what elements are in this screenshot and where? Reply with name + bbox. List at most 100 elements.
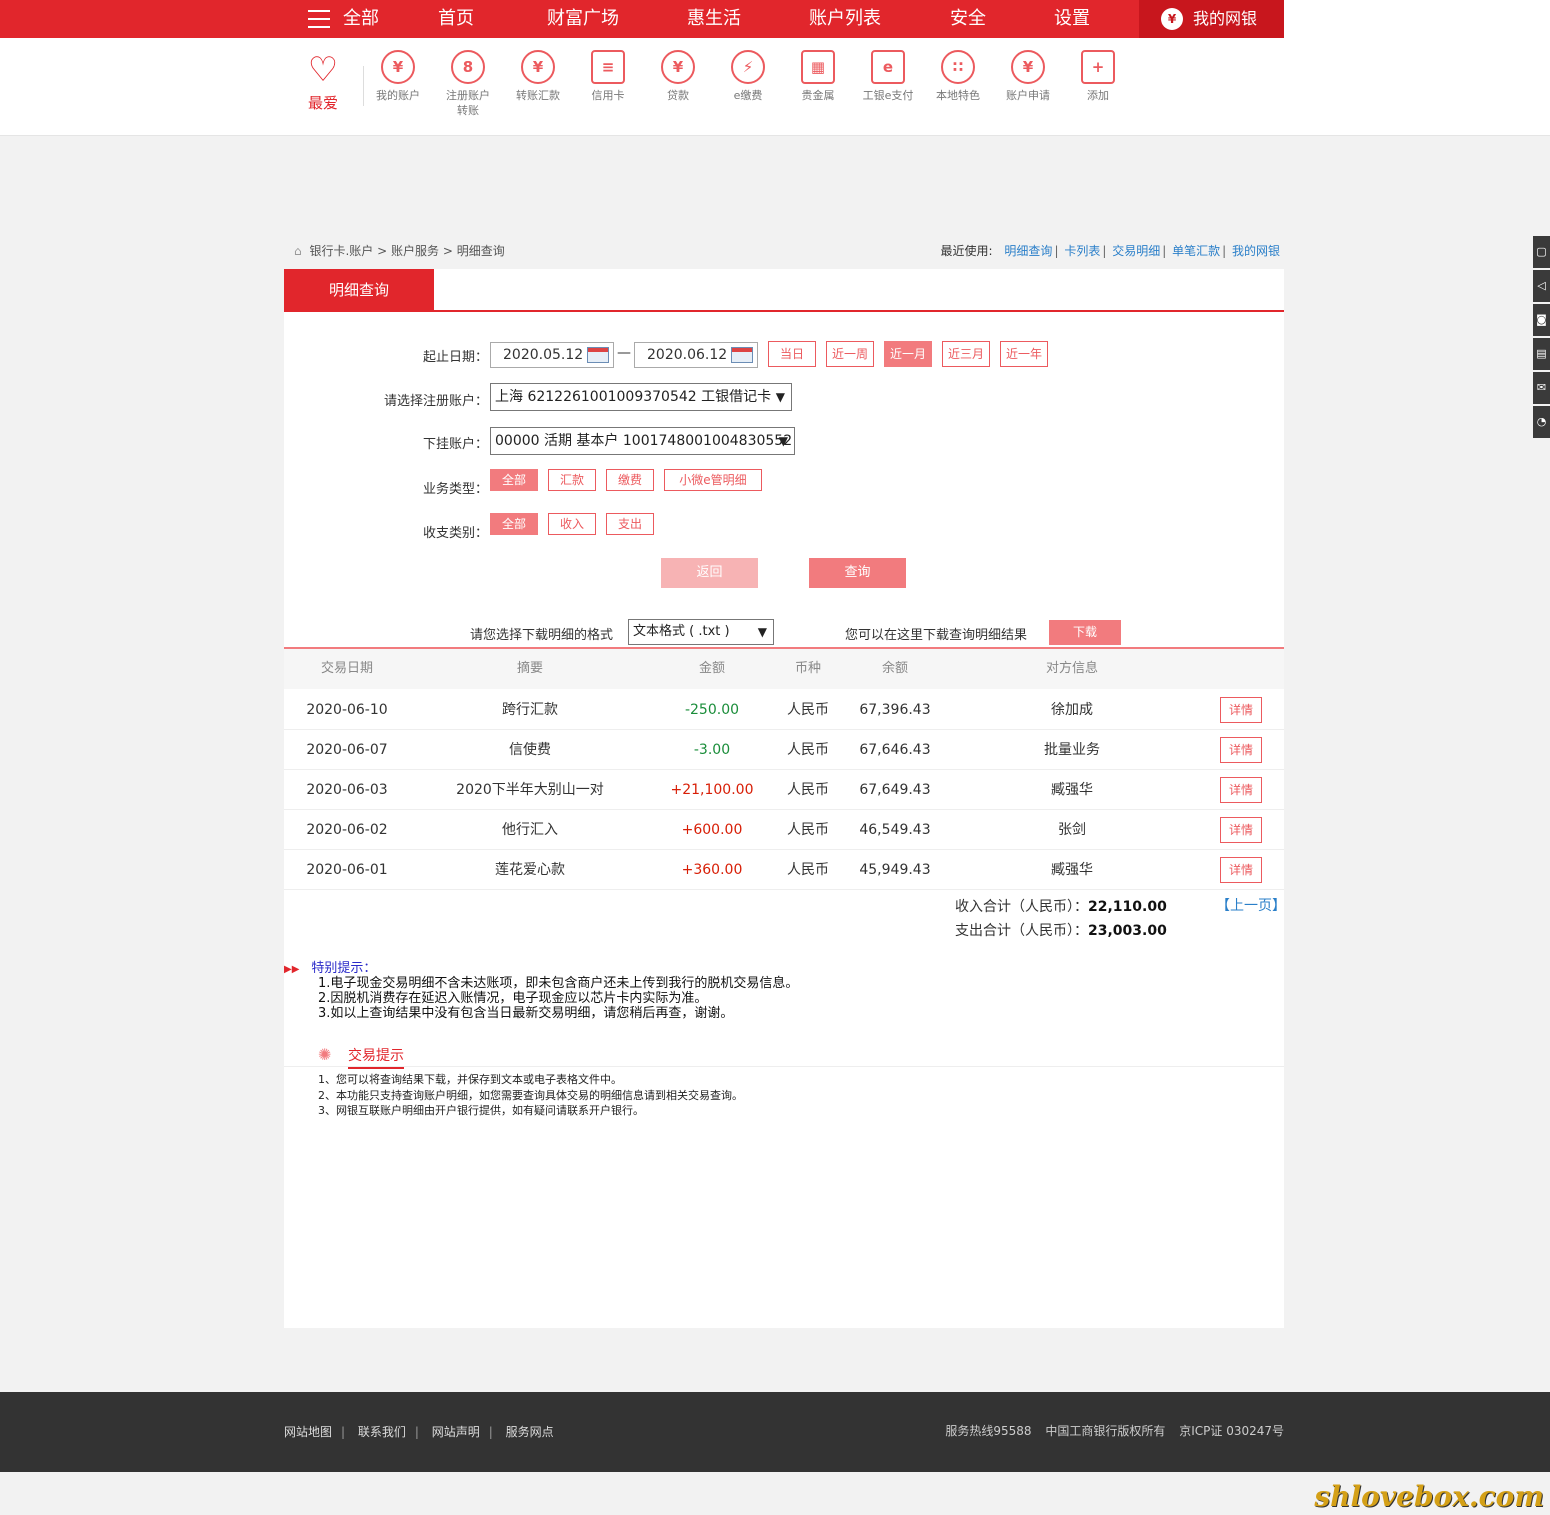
menu-icon[interactable] bbox=[308, 10, 330, 28]
biz-smallbiz[interactable]: 小微e管明细 bbox=[664, 469, 762, 491]
cell-date: 2020-06-10 bbox=[306, 702, 388, 718]
main-card: 明细查询 起止日期： 2020.05.12 — 2020.06.12 当日 近一… bbox=[284, 269, 1286, 1328]
io-income[interactable]: 收入 bbox=[548, 513, 596, 535]
breadcrumb-item[interactable]: 银行卡.账户 bbox=[309, 244, 373, 258]
biz-all[interactable]: 全部 bbox=[490, 469, 538, 491]
top-nav-bar bbox=[0, 0, 1284, 38]
range-week[interactable]: 近一周 bbox=[826, 341, 874, 367]
breadcrumb: ⌂ 银行卡.账户 > 账户服务 > 明细查询 bbox=[294, 242, 505, 259]
io-expense[interactable]: 支出 bbox=[606, 513, 654, 535]
cell-amount: -250.00 bbox=[684, 702, 740, 718]
recent-link[interactable]: 交易明细 bbox=[1112, 244, 1160, 258]
download-button[interactable]: 下载 bbox=[1049, 620, 1121, 645]
my-bank-button[interactable]: ¥ 我的网银 bbox=[1139, 0, 1284, 38]
epay-card-icon: e bbox=[871, 50, 905, 84]
detail-button[interactable]: 详情 bbox=[1220, 817, 1262, 843]
watermark: shlovebox.com bbox=[1314, 1480, 1544, 1513]
nav-settings[interactable]: 设置 bbox=[1054, 0, 1090, 38]
mail-icon[interactable]: ✉ bbox=[1533, 372, 1550, 404]
detail-button[interactable]: 详情 bbox=[1220, 857, 1262, 883]
cell-date: 2020-06-02 bbox=[306, 822, 388, 838]
quick-account-apply[interactable]: ¥ 账户申请 bbox=[995, 50, 1061, 103]
local-features-icon: ∷ bbox=[941, 50, 975, 84]
biz-remit[interactable]: 汇款 bbox=[548, 469, 596, 491]
start-date-input[interactable]: 2020.05.12 bbox=[490, 342, 614, 368]
range-today[interactable]: 当日 bbox=[768, 341, 816, 367]
recent-link[interactable]: 卡列表 bbox=[1064, 244, 1100, 258]
quick-local-features[interactable]: ∷ 本地特色 bbox=[925, 50, 991, 103]
quick-register-transfer[interactable]: 8 注册账户 转账 bbox=[435, 50, 501, 118]
nav-accounts[interactable]: 账户列表 bbox=[809, 0, 881, 38]
nav-wealth[interactable]: 财富广场 bbox=[547, 0, 619, 38]
detail-button[interactable]: 详情 bbox=[1220, 697, 1262, 723]
query-button[interactable]: 查询 bbox=[809, 558, 906, 588]
th-party: 对方信息 bbox=[1045, 661, 1098, 676]
quick-label: e缴费 bbox=[733, 89, 763, 102]
quick-label: 信用卡 bbox=[591, 89, 625, 102]
nav-home[interactable]: 首页 bbox=[438, 0, 474, 38]
quick-credit-card[interactable]: ≡ 信用卡 bbox=[575, 50, 641, 103]
money-bag-icon: ¥ bbox=[1161, 8, 1183, 30]
cell-party: 张剑 bbox=[1058, 822, 1086, 838]
footer-hotline: 服务热线95588 bbox=[945, 1424, 1032, 1438]
end-date-input[interactable]: 2020.06.12 bbox=[634, 342, 758, 368]
account-select[interactable]: 上海 6212261001009370542 工银借记卡 ▼ bbox=[490, 383, 792, 411]
footer-link[interactable]: 网站声明 bbox=[432, 1425, 480, 1439]
calendar-icon[interactable] bbox=[587, 347, 609, 363]
recent-sep: | bbox=[1162, 244, 1167, 258]
recent-link[interactable]: 单笔汇款 bbox=[1172, 244, 1220, 258]
cell-amount: +360.00 bbox=[681, 862, 743, 878]
range-month[interactable]: 近一月 bbox=[884, 341, 932, 367]
download-format-value: 文本格式 ( .txt ) bbox=[633, 624, 730, 639]
quick-label: 我的账户 bbox=[376, 89, 420, 102]
sub-account-select[interactable]: 00000 活期 基本户 1001748001004830552 ▼ bbox=[490, 427, 795, 455]
prev-page-link[interactable]: 【上一页】 bbox=[1216, 895, 1286, 915]
recent-link[interactable]: 我的网银 bbox=[1232, 244, 1280, 258]
headset-icon[interactable]: ◔ bbox=[1533, 406, 1550, 438]
recent-label: 最近使用: bbox=[940, 244, 993, 258]
send-icon[interactable]: ◁ bbox=[1533, 270, 1550, 302]
download-format-select[interactable]: 文本格式 ( .txt ) ▼ bbox=[628, 619, 774, 645]
quick-remit[interactable]: ¥ 转账汇款 bbox=[505, 50, 571, 103]
biz-payment[interactable]: 缴费 bbox=[606, 469, 654, 491]
account-apply-icon: ¥ bbox=[1011, 50, 1045, 84]
nav-security[interactable]: 安全 bbox=[950, 0, 986, 38]
camera-icon[interactable]: ◙ bbox=[1533, 304, 1550, 336]
back-button[interactable]: 返回 bbox=[661, 558, 758, 588]
th-currency: 币种 bbox=[794, 661, 821, 676]
nav-life[interactable]: 惠生活 bbox=[687, 0, 741, 38]
detail-button[interactable]: 详情 bbox=[1220, 777, 1262, 803]
quick-epay[interactable]: ⚡ e缴费 bbox=[715, 50, 781, 103]
cell-summary: 信使费 bbox=[509, 742, 551, 758]
range-year[interactable]: 近一年 bbox=[1000, 341, 1048, 367]
nav-all[interactable]: 全部 bbox=[343, 0, 379, 38]
recent-link[interactable]: 明细查询 bbox=[1004, 244, 1052, 258]
cell-amount: -3.00 bbox=[693, 742, 731, 758]
quick-precious-metal[interactable]: ▦ 贵金属 bbox=[785, 50, 851, 103]
breadcrumb-item[interactable]: 账户服务 bbox=[391, 244, 439, 258]
quick-icbc-epay[interactable]: e 工银e支付 bbox=[855, 50, 921, 103]
range-3months[interactable]: 近三月 bbox=[942, 341, 990, 367]
quick-loan[interactable]: ¥ 贷款 bbox=[645, 50, 711, 103]
home-icon[interactable]: ⌂ bbox=[294, 244, 302, 258]
expense-total: 支出合计（人民币）：23,003.00 bbox=[955, 920, 1167, 940]
cell-summary: 他行汇入 bbox=[502, 822, 558, 838]
calendar-icon[interactable]: ▤ bbox=[1533, 338, 1550, 370]
cell-party: 徐加成 bbox=[1051, 702, 1093, 718]
gift-icon[interactable]: ▢ bbox=[1533, 236, 1550, 268]
quick-add[interactable]: + 添加 bbox=[1065, 50, 1131, 103]
quick-label: 贷款 bbox=[667, 89, 689, 102]
io-all[interactable]: 全部 bbox=[490, 513, 538, 535]
tab-detail-query[interactable]: 明细查询 bbox=[284, 269, 434, 312]
calendar-icon[interactable] bbox=[731, 347, 753, 363]
footer-link[interactable]: 网站地图 bbox=[284, 1425, 332, 1439]
footer-sep: | bbox=[488, 1425, 493, 1439]
footer-link[interactable]: 联系我们 bbox=[358, 1425, 406, 1439]
chevron-down-icon: ▼ bbox=[775, 390, 785, 404]
favorites[interactable]: ♡ 最爱 bbox=[302, 52, 344, 113]
start-date-value: 2020.05.12 bbox=[503, 347, 584, 363]
detail-button[interactable]: 详情 bbox=[1220, 737, 1262, 763]
quick-my-account[interactable]: ¥ 我的账户 bbox=[365, 50, 431, 103]
cell-summary: 跨行汇款 bbox=[502, 702, 558, 718]
footer-link[interactable]: 服务网点 bbox=[506, 1425, 554, 1439]
